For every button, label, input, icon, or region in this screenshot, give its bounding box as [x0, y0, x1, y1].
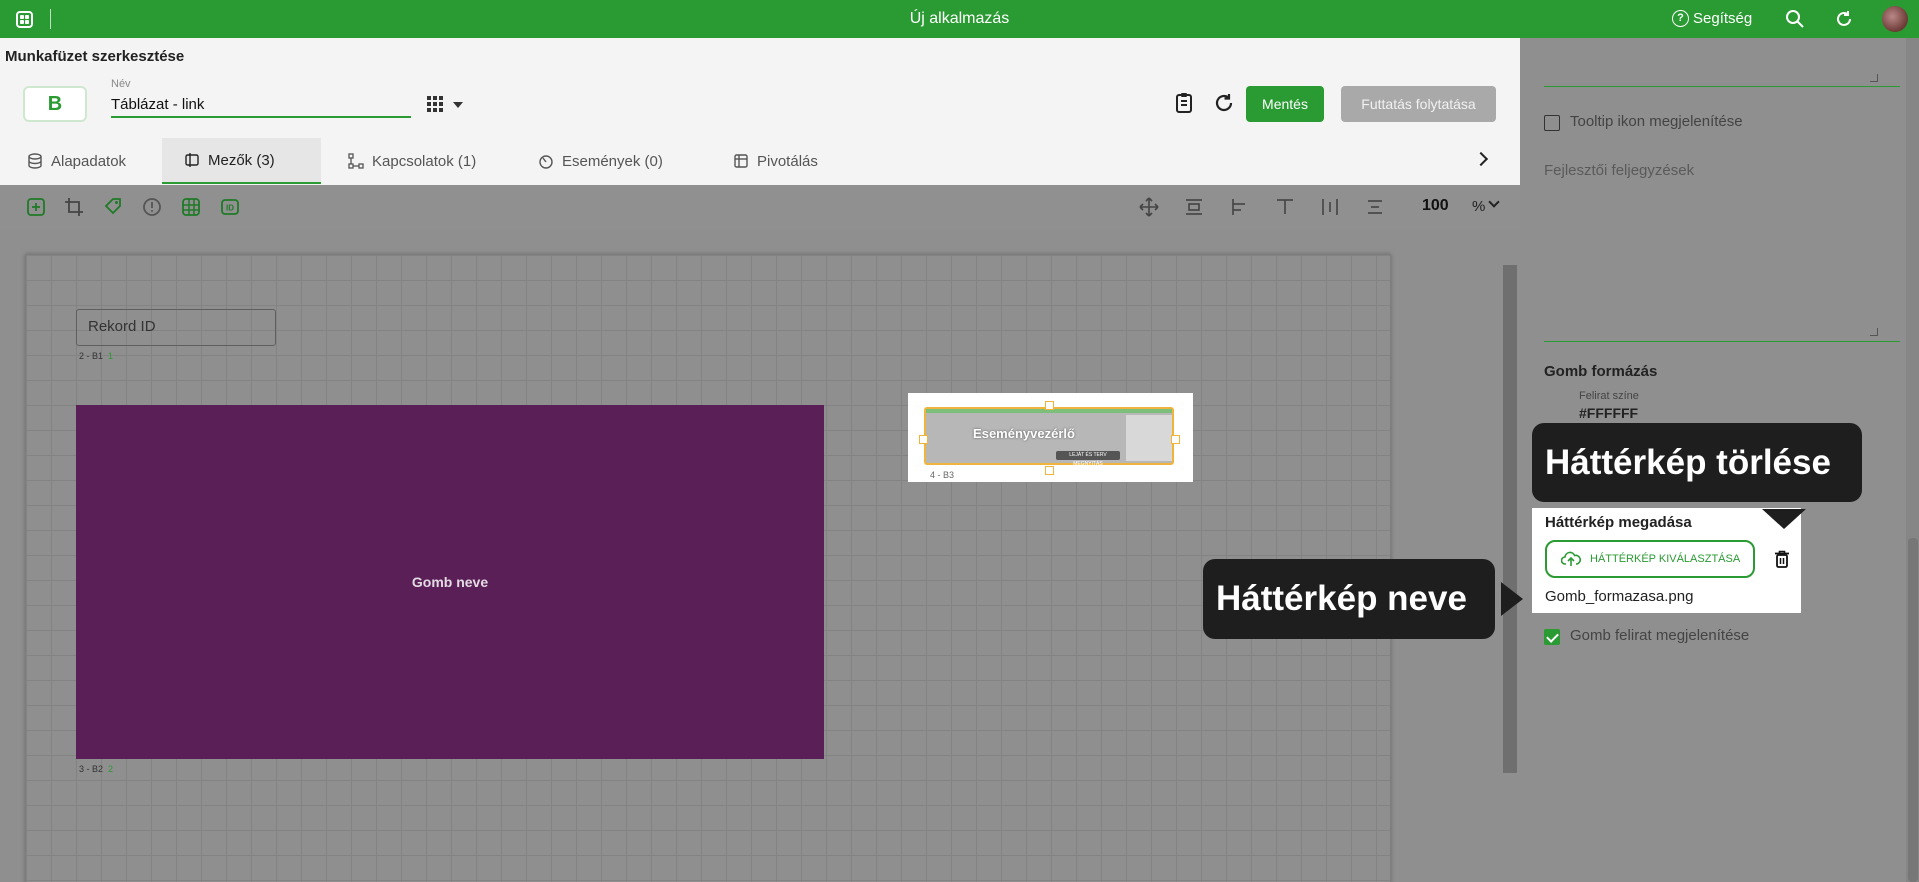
- field-index: 2: [108, 764, 114, 774]
- format-section-title: Gomb formázás: [1544, 363, 1658, 380]
- move-icon[interactable]: [1139, 197, 1159, 217]
- zoom-value[interactable]: 100: [1422, 197, 1449, 215]
- add-field-icon[interactable]: [26, 197, 46, 217]
- align-left-icon[interactable]: [1230, 197, 1250, 217]
- workbook-logo[interactable]: B: [23, 86, 87, 122]
- tab-kapcsolatok[interactable]: Kapcsolatok (1): [326, 138, 498, 184]
- database-icon: [28, 153, 42, 169]
- avatar[interactable]: [1882, 6, 1908, 32]
- tab-alapadatok[interactable]: Alapadatok: [5, 138, 148, 184]
- resize-handle[interactable]: [1045, 466, 1054, 475]
- editor-main: Munkafüzet szerkesztése B Név Mentés Fut…: [0, 38, 1520, 882]
- svg-text:ID: ID: [226, 204, 234, 213]
- id-icon[interactable]: ID: [220, 197, 240, 217]
- background-image-section: Háttérkép megadása HÁTTÉRKÉP KIVÁLASZTÁS…: [1532, 508, 1801, 613]
- trash-icon[interactable]: [1774, 550, 1790, 568]
- alert-icon[interactable]: [142, 197, 162, 217]
- resize-handle[interactable]: [1045, 401, 1054, 410]
- callout-delete-background: Háttérkép törlése: [1532, 423, 1862, 502]
- show-caption-checkbox[interactable]: [1544, 629, 1560, 645]
- tooltip-checkbox[interactable]: [1544, 115, 1560, 131]
- tab-label: Mezők (3): [208, 151, 275, 169]
- callout-background-name: Háttérkép neve: [1203, 559, 1495, 639]
- tags-icon[interactable]: [103, 197, 123, 217]
- preview-pane: [1126, 415, 1172, 461]
- background-image-preview: Eseményvezérlő LEJÁT ÉS TERV MEGNYITÁS: [924, 407, 1174, 467]
- clipboard-icon[interactable]: [1172, 91, 1196, 115]
- dev-notes-textarea[interactable]: Fejlesztői feljegyzések: [1544, 162, 1694, 179]
- tab-label: Események (0): [562, 152, 663, 170]
- field-position-label: 3 - B2 2: [79, 764, 113, 774]
- designer-toolbar: ID 100 %: [0, 185, 1520, 229]
- preview-title: Eseményvezérlő: [973, 426, 1075, 441]
- choose-background-label: HÁTTÉRKÉP KIVÁLASZTÁSA: [1590, 553, 1741, 565]
- event-handler-field[interactable]: Eseményvezérlő LEJÁT ÉS TERV MEGNYITÁS 4…: [908, 393, 1193, 482]
- refresh-icon[interactable]: [1834, 9, 1854, 29]
- tab-label: Alapadatok: [51, 152, 127, 170]
- fields-icon: [185, 153, 199, 167]
- preview-pill: LEJÁT ÉS TERV MEGNYITÁS: [1056, 451, 1120, 467]
- table-icon[interactable]: [181, 197, 201, 217]
- tab-label: Pivotálás: [757, 152, 818, 170]
- top-bar: Új alkalmazás ? Segítség: [0, 0, 1919, 38]
- caption-color-value[interactable]: #FFFFFF: [1579, 405, 1638, 421]
- name-label: Név: [111, 78, 131, 90]
- help-link[interactable]: ? Segítség: [1672, 10, 1752, 27]
- reload-icon[interactable]: [1212, 91, 1236, 115]
- distribute-vertical-icon[interactable]: [1184, 197, 1204, 217]
- distribute-horizontal-icon[interactable]: [1320, 197, 1340, 217]
- choose-background-button[interactable]: HÁTTÉRKÉP KIVÁLASZTÁSA: [1545, 540, 1755, 578]
- resize-handle[interactable]: [919, 435, 928, 444]
- zoom-unit: %: [1472, 198, 1486, 215]
- field-position-label: 4 - B3: [930, 470, 955, 480]
- cloud-upload-icon: [1561, 551, 1581, 566]
- tab-bar: Alapadatok Mezők (3) Kapcsolatok (1) Ese…: [0, 138, 1500, 184]
- field-index: 1: [108, 351, 114, 361]
- resize-grip-icon[interactable]: [1870, 328, 1878, 336]
- background-file-name: Gomb_formazasa.png: [1545, 588, 1694, 605]
- field-id: 2 - B1: [79, 351, 104, 361]
- tab-pivotalas[interactable]: Pivotálás: [711, 138, 840, 184]
- pivot-icon: [734, 154, 748, 168]
- purple-button-field[interactable]: Gomb neve: [76, 405, 824, 759]
- bg-section-title: Háttérkép megadása: [1545, 514, 1692, 531]
- continue-run-button[interactable]: Futtatás folytatása: [1341, 86, 1496, 122]
- layout-canvas[interactable]: Rekord ID 2 - B1 1 Gomb neve 3 - B2 2 Es…: [25, 254, 1391, 882]
- name-input[interactable]: [111, 92, 411, 118]
- resize-handle[interactable]: [1171, 435, 1180, 444]
- help-label: Segítség: [1693, 10, 1753, 27]
- tooltip-label: Tooltip ikon megjelenítése: [1570, 113, 1743, 130]
- textarea-underline: [1544, 86, 1900, 87]
- save-button[interactable]: Mentés: [1246, 86, 1324, 122]
- app-title: Új alkalmazás: [909, 10, 1010, 27]
- field-id: 3 - B2: [79, 764, 104, 774]
- help-icon: ?: [1672, 10, 1689, 27]
- chevron-down-icon[interactable]: [453, 102, 463, 108]
- grid-menu-icon[interactable]: [427, 96, 443, 112]
- tab-esemenyek[interactable]: Események (0): [516, 138, 685, 184]
- record-id-field[interactable]: Rekord ID: [76, 309, 276, 346]
- show-caption-label: Gomb felirat megjelenítése: [1570, 627, 1750, 644]
- align-center-icon[interactable]: [1365, 197, 1385, 217]
- tab-mezok[interactable]: Mezők (3): [162, 138, 321, 184]
- textarea-underline: [1544, 341, 1900, 342]
- search-icon[interactable]: [1785, 9, 1805, 29]
- crop-icon[interactable]: [64, 197, 84, 217]
- designer-area: ID 100 % Rekord ID 2 - B1 1 Gomb neve 3 …: [0, 185, 1520, 882]
- align-top-icon[interactable]: [1275, 197, 1295, 217]
- chevron-right-icon[interactable]: [1473, 151, 1489, 167]
- panel-scrollbar-thumb[interactable]: [1908, 538, 1918, 882]
- canvas-scrollbar[interactable]: [1503, 265, 1517, 773]
- callout-arrow: [1762, 509, 1806, 529]
- resize-grip-icon[interactable]: [1870, 74, 1878, 82]
- events-icon: [539, 155, 553, 169]
- field-position-label: 2 - B1 1: [79, 351, 113, 361]
- callout-arrow: [1501, 582, 1523, 616]
- caption-color-label: Felirat színe: [1579, 390, 1639, 402]
- chevron-down-icon[interactable]: [1488, 196, 1500, 208]
- tab-label: Kapcsolatok (1): [372, 152, 477, 170]
- relations-icon: [348, 153, 364, 169]
- page-title: Munkafüzet szerkesztése: [5, 48, 185, 65]
